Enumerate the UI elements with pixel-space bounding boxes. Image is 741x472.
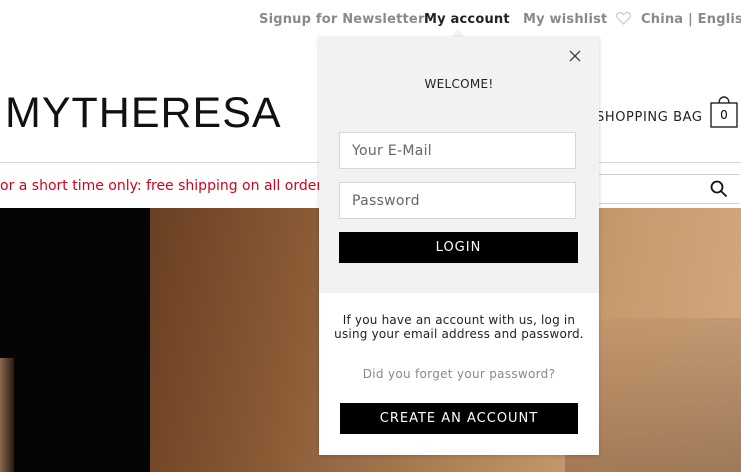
password-field[interactable] xyxy=(339,182,576,219)
my-account-link[interactable]: My account xyxy=(424,12,510,27)
close-icon[interactable] xyxy=(568,49,582,63)
search-icon[interactable] xyxy=(710,180,728,198)
locale-selector[interactable]: China | English xyxy=(641,12,741,27)
login-popup: WELCOME! LOGIN If you have an account wi… xyxy=(319,37,599,455)
promo-banner-text: or a short time only: free shipping on a… xyxy=(0,178,330,194)
forgot-password-link[interactable]: Did you forget your password? xyxy=(319,367,599,381)
newsletter-signup-link[interactable]: Signup for Newsletter xyxy=(259,12,425,27)
brand-logo[interactable]: MYTHERESA xyxy=(5,92,282,135)
wishlist-label: My wishlist xyxy=(523,12,608,27)
shopping-bag-label[interactable]: SHOPPING BAG xyxy=(596,110,703,125)
shopping-bag-button[interactable]: 0 xyxy=(709,93,739,129)
popup-arrow xyxy=(451,30,465,37)
hero-dark-panel xyxy=(0,208,150,472)
hero-edge-detail xyxy=(0,358,14,472)
login-info-text: If you have an account with us, log in u… xyxy=(334,313,584,341)
bag-count: 0 xyxy=(720,108,728,122)
create-account-button[interactable]: CREATE AN ACCOUNT xyxy=(340,403,578,434)
welcome-heading: WELCOME! xyxy=(424,77,494,91)
top-utility-bar: Signup for Newsletter My account My wish… xyxy=(0,12,741,30)
my-wishlist-link[interactable]: My wishlist xyxy=(523,12,632,27)
login-button[interactable]: LOGIN xyxy=(339,232,578,263)
logo-text: MYTHERESA xyxy=(5,89,282,137)
heart-icon xyxy=(616,12,632,25)
email-field[interactable] xyxy=(339,132,576,169)
